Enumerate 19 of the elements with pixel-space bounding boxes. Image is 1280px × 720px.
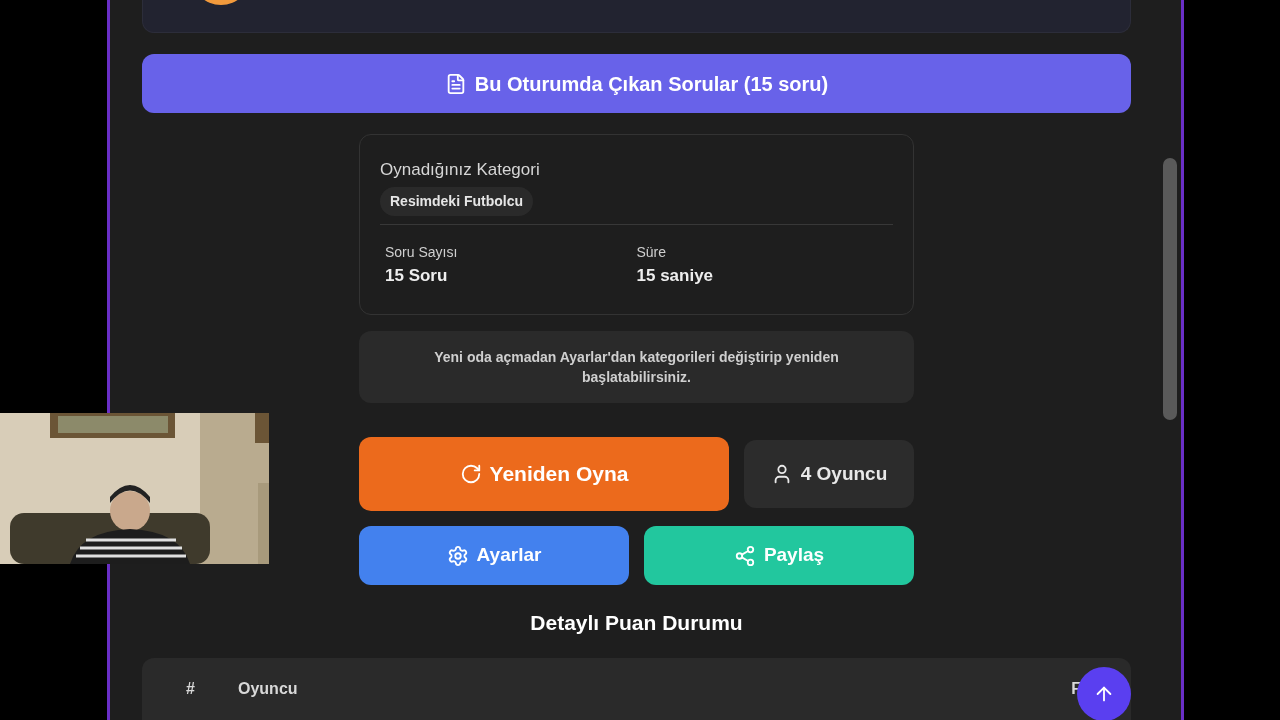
players-button[interactable]: 4 Oyuncu — [744, 440, 914, 508]
category-tag: Resimdeki Futbolcu — [380, 186, 534, 216]
column-header: Oyuncu — [238, 678, 298, 699]
share-button[interactable]: Paylaş — [644, 526, 914, 585]
stat-label: Soru Sayısı — [385, 242, 459, 262]
settings-button[interactable]: Ayarlar — [359, 526, 629, 585]
stat-value: 15 Soru — [385, 264, 449, 287]
replay-button[interactable]: Yeniden Oyna — [359, 437, 729, 511]
refresh-icon — [459, 463, 482, 485]
category-title: Oynadığınız Kategori — [380, 159, 541, 181]
share-icon — [733, 544, 756, 567]
settings-icon — [446, 544, 469, 567]
info-note: Yeni oda açmadan Ayarlar'dan kategorileri değiştirip yeniden başlatabilirsiniz. — [359, 331, 914, 403]
scores-heading: Detaylı Puan Durumu — [529, 610, 744, 636]
questions-button[interactable]: Bu Oturumda Çıkan Sorular (15 soru) — [142, 54, 1131, 113]
stat-label: Süre — [636, 242, 668, 262]
scrollbar-thumb[interactable] — [1163, 158, 1177, 420]
stat-value: 15 saniye — [636, 264, 715, 287]
column-header: # — [186, 678, 196, 699]
